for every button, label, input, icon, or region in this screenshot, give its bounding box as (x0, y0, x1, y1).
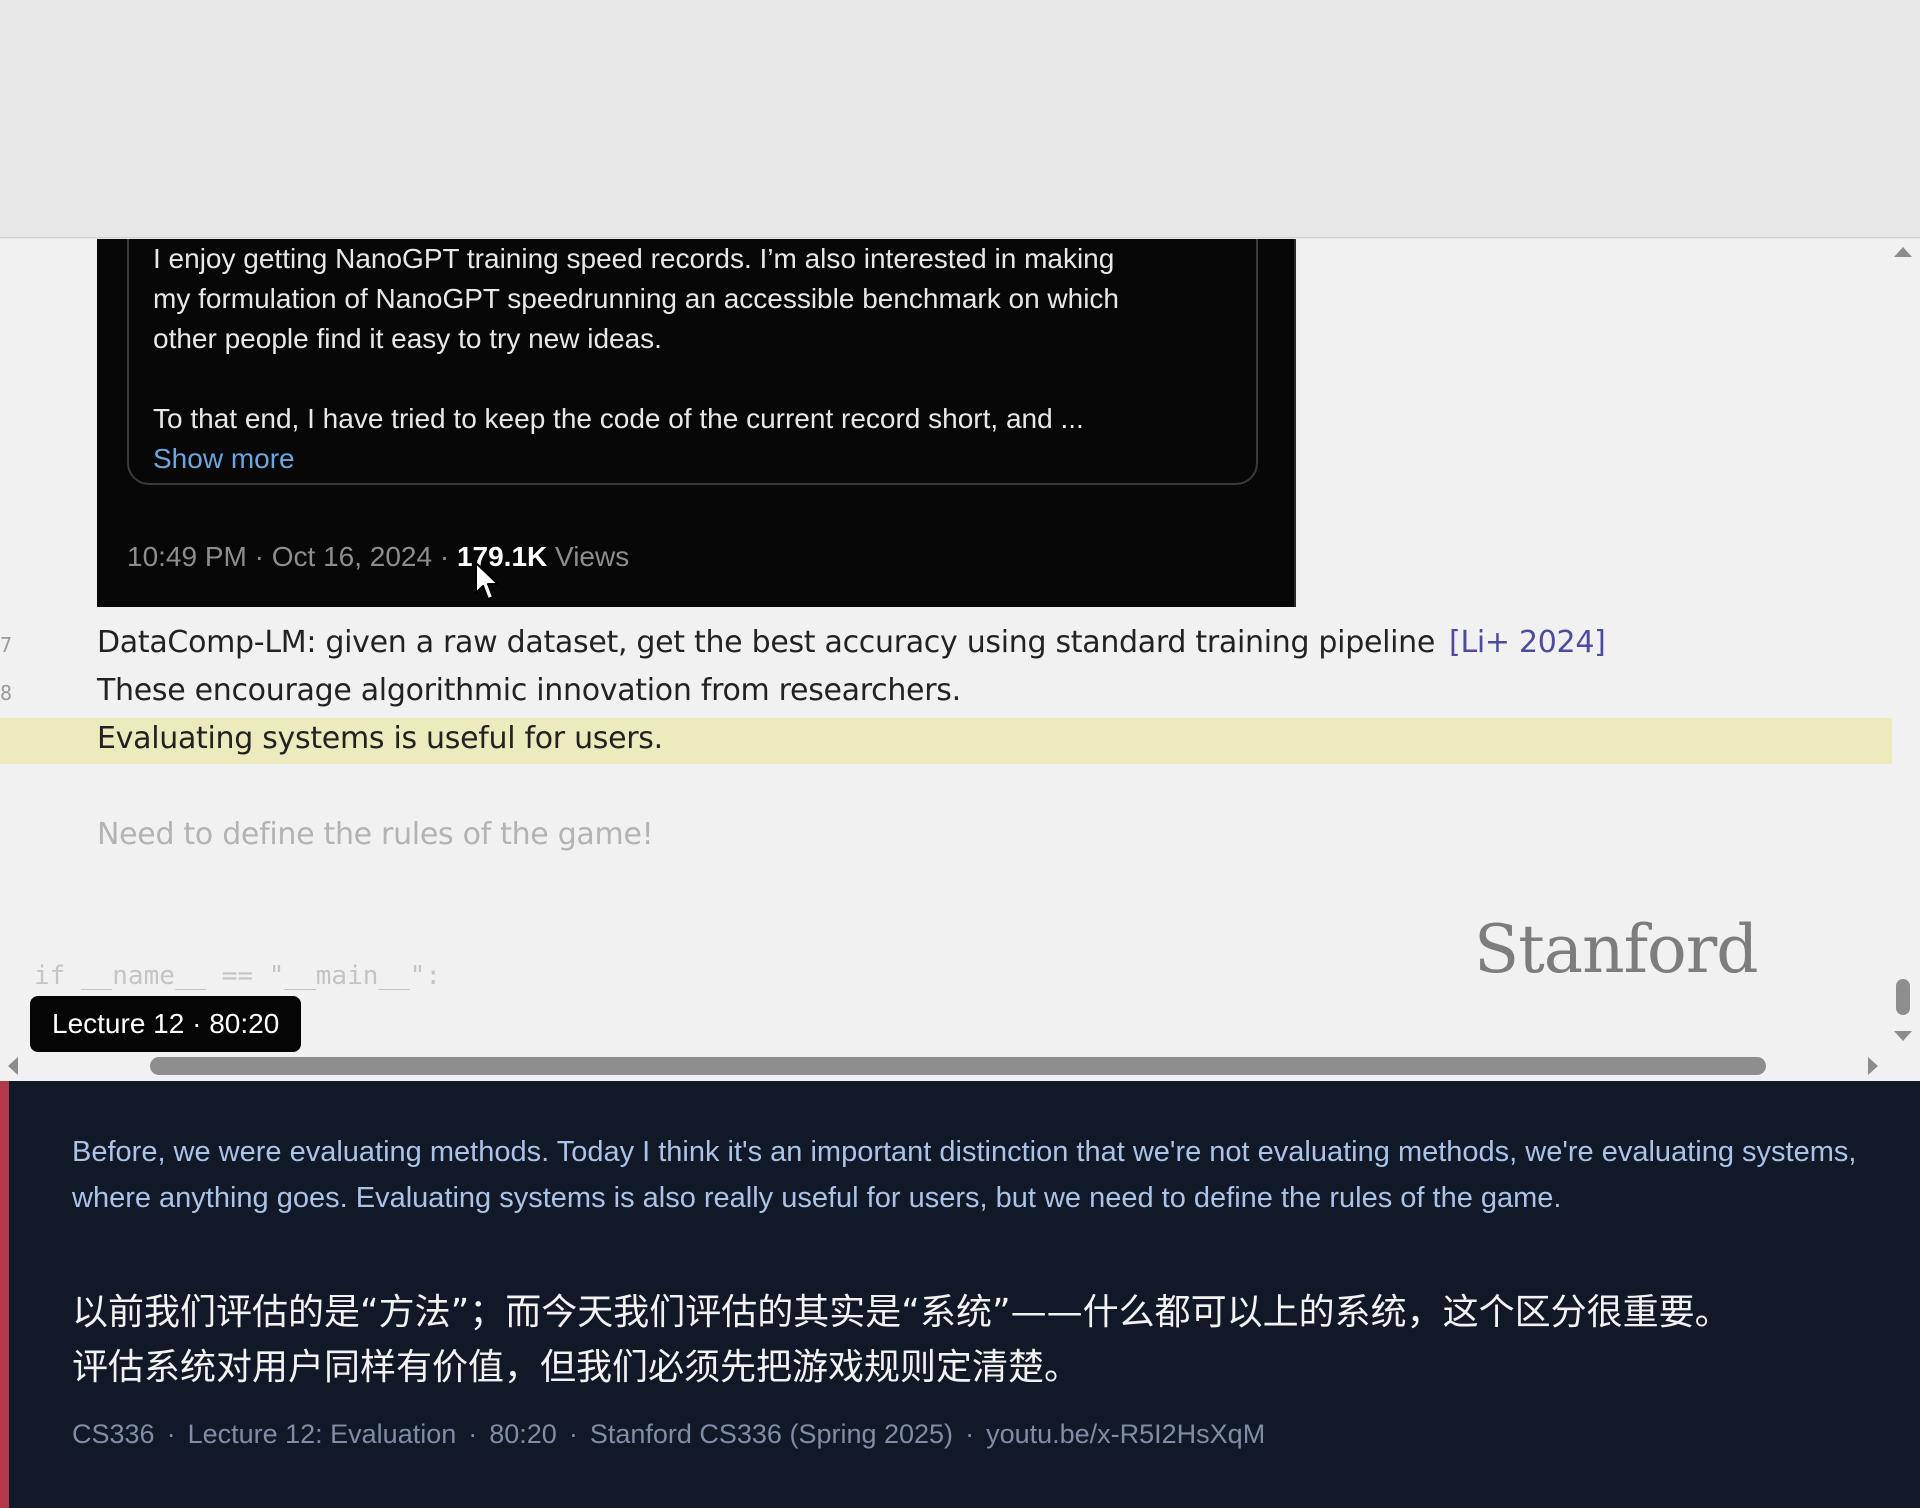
footer-link[interactable]: youtu.be/x-R5I2HsXqM (986, 1419, 1265, 1449)
slide-viewer[interactable]: 7 8 9 I enjoy getting NanoGPT training s… (0, 239, 1920, 1081)
footer-separator: · (468, 1419, 478, 1449)
datacomp-text: DataComp-LM: given a raw dataset, get th… (97, 625, 1436, 660)
tweet-text-line: my formulation of NanoGPT speedrunning a… (153, 283, 1119, 314)
line-number: 7 (0, 633, 13, 657)
subtitle-accent-bar (0, 1081, 9, 1508)
tweet-views-count: 179.1K (456, 541, 548, 572)
slide-line-datacomp: DataComp-LM: given a raw dataset, get th… (97, 625, 1606, 660)
horizontal-scrollbar-thumb[interactable] (150, 1057, 1766, 1075)
line-number: 8 (0, 681, 13, 705)
tweet-timestamp: 10:49 PM · Oct 16, 2024 · (127, 541, 450, 572)
scroll-down-arrow-icon[interactable] (1894, 1031, 1912, 1041)
subtitle-chinese-line: 评估系统对用户同样有价值，但我们必须先把游戏规则定清楚。 (72, 1347, 1081, 1388)
tweet-text-line: To that end, I have tried to keep the co… (153, 403, 1084, 434)
citation-link[interactable]: [Li+ 2024] (1449, 625, 1606, 660)
subtitle-chinese-line: 以前我们评估的是“方法”；而今天我们评估的其实是“系统”——什么都可以上的系统，… (72, 1292, 1731, 1333)
footer-time: 80:20 (489, 1419, 557, 1449)
mouse-cursor-icon (475, 562, 499, 600)
source-footer: CS336 · Lecture 12: Evaluation · 80:20 · Stanf… (72, 1419, 1265, 1450)
footer-series: Stanford CS336 (Spring 2025) (589, 1419, 954, 1449)
tweet-text-line: other people find it easy to try new ide… (153, 323, 662, 354)
embedded-tweet: I enjoy getting NanoGPT training speed r… (97, 239, 1296, 607)
code-main-guard: if __name__ == "__main__": (34, 961, 441, 991)
scroll-right-arrow-icon[interactable] (1868, 1057, 1878, 1075)
scroll-left-arrow-icon[interactable] (8, 1057, 18, 1075)
subtitle-chinese: 以前我们评估的是“方法”；而今天我们评估的其实是“系统”——什么都可以上的系统，… (72, 1285, 1872, 1395)
stanford-logo: Stanford (1474, 911, 1759, 988)
tweet-views-label: Views (555, 541, 630, 572)
tweet-text-line: I enjoy getting NanoGPT training speed r… (153, 243, 1115, 274)
vertical-scrollbar-thumb[interactable] (1896, 979, 1910, 1015)
footer-lecture: Lecture 12: Evaluation (187, 1419, 457, 1449)
slide-line-rules: Need to define the rules of the game! (97, 817, 654, 852)
slide-line-innovation: These encourage algorithmic innovation f… (97, 673, 961, 708)
footer-course: CS336 (72, 1419, 155, 1449)
tweet-body: I enjoy getting NanoGPT training speed r… (153, 239, 1253, 479)
lecture-timestamp-badge: Lecture 12 · 80:20 (30, 996, 302, 1052)
subtitle-panel: Before, we were evaluating methods. Toda… (0, 1081, 1920, 1508)
slide-line-users: Evaluating systems is useful for users. (97, 721, 663, 756)
footer-separator: · (965, 1419, 975, 1449)
subtitle-english: Before, we were evaluating methods. Toda… (72, 1136, 1857, 1214)
show-more-link[interactable]: Show more (153, 443, 295, 474)
footer-separator: · (166, 1419, 176, 1449)
tweet-meta: 10:49 PM · Oct 16, 2024 · 179.1K Views (127, 541, 629, 573)
footer-separator: · (568, 1419, 578, 1449)
scroll-up-arrow-icon[interactable] (1894, 247, 1912, 257)
top-blank-area (0, 0, 1920, 238)
